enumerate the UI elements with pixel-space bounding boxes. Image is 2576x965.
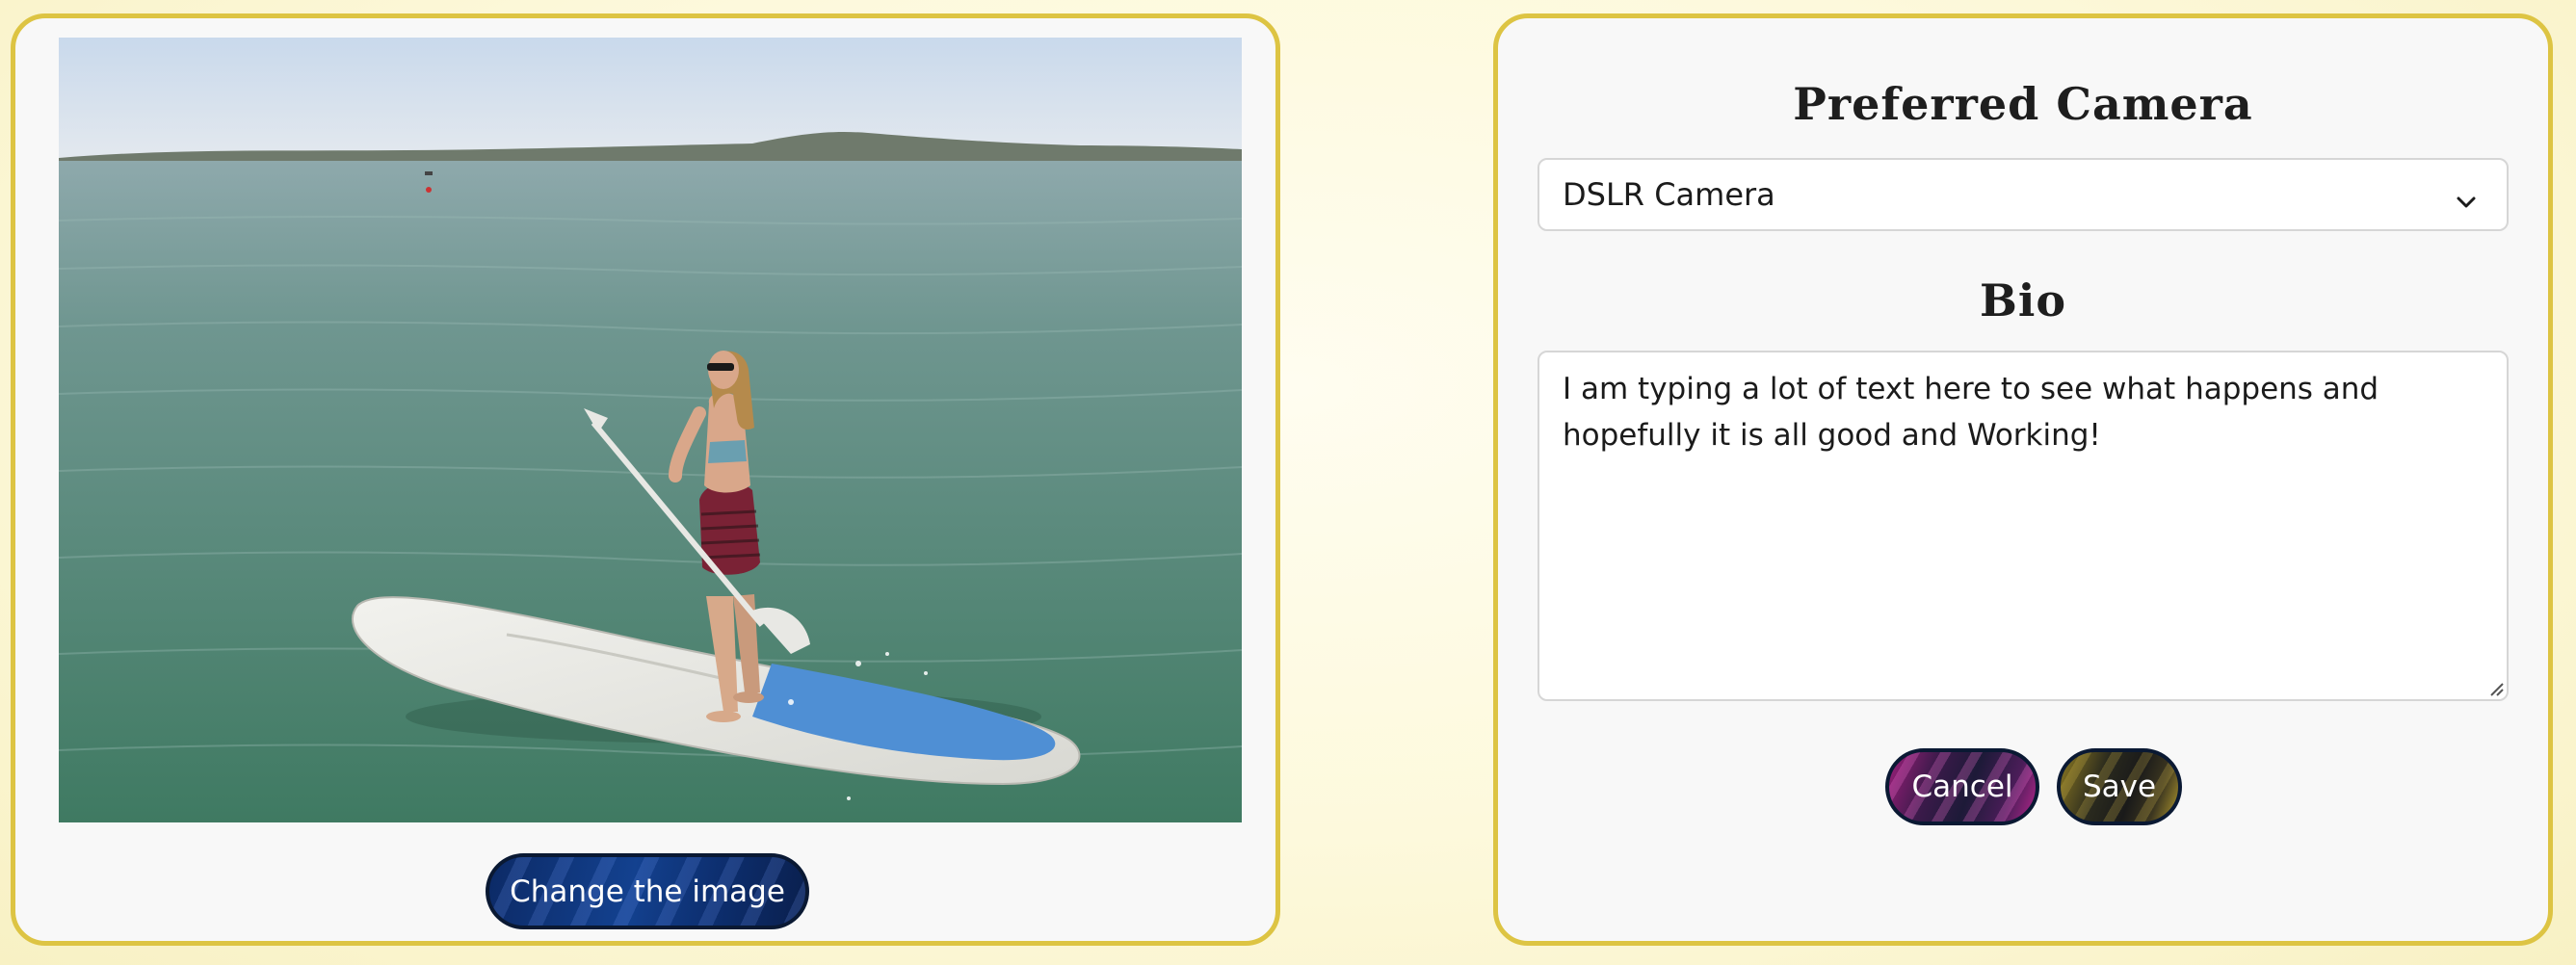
profile-photo	[59, 38, 1242, 822]
save-button[interactable]: Save	[2057, 748, 2182, 825]
preferred-camera-heading: Preferred Camera	[1793, 78, 2253, 130]
profile-form-card: Preferred Camera DSLR Camera Bio I am ty…	[1493, 13, 2553, 946]
resize-grip-icon[interactable]	[2487, 680, 2505, 701]
bio-textarea[interactable]: I am typing a lot of text here to see wh…	[1538, 351, 2509, 701]
bio-heading: Bio	[1979, 274, 2067, 326]
chevron-down-icon	[2455, 185, 2478, 208]
camera-select-value: DSLR Camera	[1563, 176, 1775, 213]
cancel-button[interactable]: Cancel	[1885, 748, 2039, 825]
camera-select[interactable]: DSLR Camera	[1538, 158, 2509, 231]
profile-image-card: Change the image	[11, 13, 1280, 946]
change-image-button[interactable]: Change the image	[486, 853, 809, 929]
